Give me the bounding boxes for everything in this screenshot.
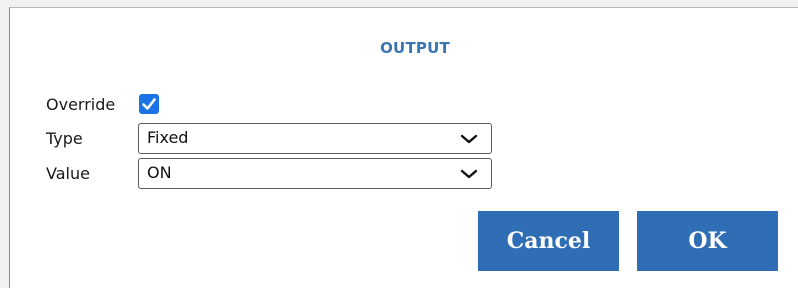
check-icon bbox=[142, 98, 156, 110]
chevron-down-icon bbox=[460, 134, 478, 144]
output-dialog: OUTPUT Override Type Fixed Value ON Canc… bbox=[9, 7, 798, 288]
ok-button[interactable]: OK bbox=[637, 211, 778, 271]
cancel-button[interactable]: Cancel bbox=[478, 211, 619, 271]
value-select-value: ON bbox=[147, 163, 172, 182]
value-label: Value bbox=[46, 164, 90, 183]
value-select[interactable]: ON bbox=[138, 158, 492, 189]
override-label: Override bbox=[46, 95, 116, 114]
type-label: Type bbox=[46, 129, 83, 148]
dialog-title: OUTPUT bbox=[380, 39, 450, 57]
type-select[interactable]: Fixed bbox=[138, 123, 492, 154]
type-select-value: Fixed bbox=[147, 128, 189, 147]
override-checkbox[interactable] bbox=[139, 94, 159, 114]
chevron-down-icon bbox=[460, 169, 478, 179]
